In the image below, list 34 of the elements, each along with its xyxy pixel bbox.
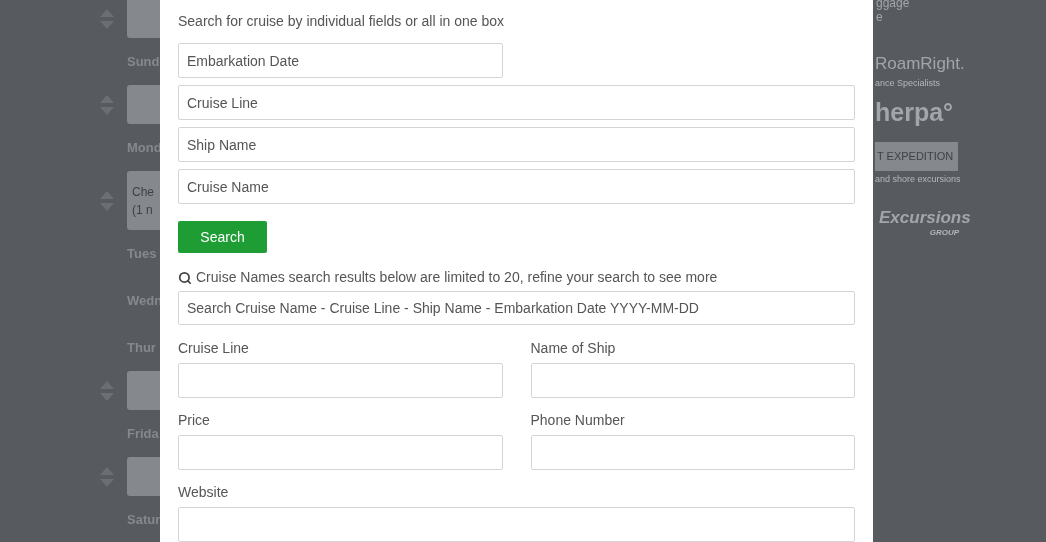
sponsor-logo: herpa° <box>875 96 955 127</box>
input-field[interactable] <box>530 435 855 470</box>
search-button[interactable]: Search <box>178 221 267 253</box>
sponsor-logo: Excursions <box>878 209 972 227</box>
results-note: Cruise Names search results below are limited to 20, refine your search to see more <box>196 268 718 287</box>
day-card <box>127 85 160 124</box>
field-label: Website <box>178 483 230 502</box>
day-card <box>127 0 160 38</box>
field-label: Cruise Line <box>178 339 250 358</box>
input-field[interactable]: Search Cruise Name - Cruise Line - Ship Name - Embarkation Date YYYY-MM-DD <box>178 291 855 325</box>
input-field[interactable] <box>530 363 855 398</box>
input-field[interactable] <box>178 435 503 470</box>
input-field[interactable]: Cruise Line <box>178 85 855 120</box>
sponsor-logo: RoamRight. <box>875 54 966 74</box>
card-text: (1 n <box>132 201 154 219</box>
input-field[interactable]: Embarkation Date <box>178 43 503 78</box>
field-label: Price <box>178 411 211 430</box>
sponsor-tagline: GROUP <box>928 227 959 239</box>
input-field[interactable] <box>178 507 855 542</box>
input-field[interactable] <box>178 363 503 398</box>
sponsor-tagline: ance Specialists <box>875 77 942 90</box>
input-field[interactable]: Ship Name <box>178 127 855 162</box>
card-text: Che <box>132 183 155 201</box>
field-label: Phone Number <box>530 411 626 430</box>
day-card <box>127 371 160 410</box>
search-icon <box>178 270 192 285</box>
field-label: Name of Ship <box>530 339 617 358</box>
sponsor-text: e <box>876 10 884 24</box>
day-card <box>127 457 160 496</box>
sponsor-tagline: and shore excursions <box>875 172 962 186</box>
sponsor-text: ggage <box>876 0 911 10</box>
input-field[interactable]: Cruise Name <box>178 169 855 204</box>
sponsor-button[interactable]: T EXPEDITION <box>875 141 958 171</box>
intro-text: Search for cruise by individual fields or all in one box <box>178 12 506 31</box>
